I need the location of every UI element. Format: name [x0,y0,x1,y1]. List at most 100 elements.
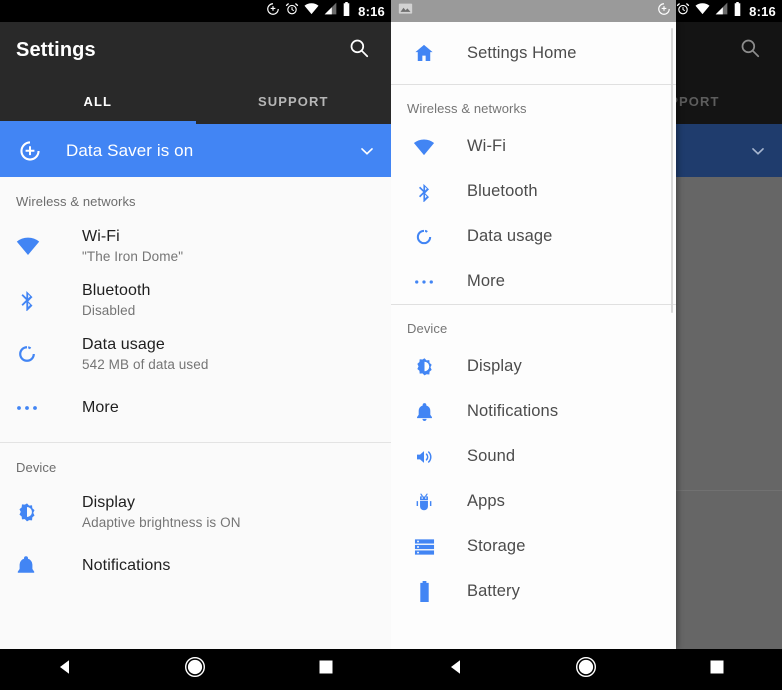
list-item-subtitle: 542 MB of data used [82,357,209,372]
wifi-icon [16,236,52,256]
phone-screen-navigation-drawer: SUPPORT Settings Home Wireless & network… [391,0,782,690]
nav-back-button[interactable] [35,649,95,690]
battery-icon [733,1,742,21]
list-item-texts: Wi-Fi "The Iron Dome" [82,228,183,264]
list-item-data-usage[interactable]: Data usage 542 MB of data used [0,327,391,381]
list-item-subtitle: "The Iron Dome" [82,249,184,264]
settings-list[interactable]: Wireless & networks Wi-Fi "The Iron Dome… [0,177,391,649]
status-bar-clock: 8:16 [749,3,776,19]
search-button[interactable] [730,30,770,70]
list-item-texts: Bluetooth Disabled [82,282,151,318]
status-bar-system-icons: 8:16 [657,1,776,21]
list-item-title: More [82,399,119,416]
wifi-icon [695,2,710,20]
data-saver-banner-label: Data Saver is on [66,140,194,160]
more-icon [16,404,52,412]
list-item-title: Display [82,494,136,511]
system-navigation-bar [0,649,391,690]
chevron-down-icon[interactable] [357,141,377,161]
recents-square-icon [318,659,334,680]
list-item-notifications[interactable]: Notifications [0,539,391,593]
status-bar: 8:16 [391,0,782,22]
status-bar-notifications [398,2,657,20]
status-bar: 8:16 [0,0,391,22]
bluetooth-icon [16,289,52,311]
nav-home-button[interactable] [165,649,225,690]
drawer-item-sound[interactable]: Sound [391,434,676,479]
list-item-texts: Display Adaptive brightness is ON [82,494,241,530]
drawer-item-apps[interactable]: Apps [391,479,676,524]
list-item-texts: Data usage 542 MB of data used [82,336,209,372]
drawer-item-bluetooth[interactable]: Bluetooth [391,169,676,214]
home-circle-icon [184,656,206,683]
nav-recents-button[interactable] [687,649,747,690]
back-triangle-icon [56,658,74,681]
drawer-item-label: Storage [467,537,526,555]
tab-support-label: SUPPORT [257,93,329,109]
list-item-title: Wi-Fi [82,228,120,245]
cellular-signal-icon [715,2,728,20]
list-item-texts: Notifications [82,557,170,575]
page-title: Settings [16,38,96,61]
drawer-item-label: Sound [467,447,516,465]
display-icon [407,356,441,377]
list-item-title: Bluetooth [82,282,151,299]
display-icon [16,501,52,523]
drawer-item-display[interactable]: Display [391,344,676,389]
data-saver-banner[interactable]: Data Saver is on [0,124,391,177]
chevron-down-icon[interactable] [748,141,768,161]
nav-home-button[interactable] [556,649,616,690]
home-circle-icon [575,656,597,683]
background-app-bar-actions [730,30,770,70]
wifi-icon [407,138,441,156]
drawer-item-label: Settings Home [467,43,577,62]
battery-icon [342,1,351,21]
section-header-device: Device [16,460,57,475]
notifications-icon [16,555,52,577]
list-item-title: Notifications [82,557,171,574]
list-item-title: Data usage [82,336,165,353]
list-item-wifi[interactable]: Wi-Fi "The Iron Dome" [0,219,391,273]
recents-square-icon [709,659,725,680]
drawer-item-label: Wi-Fi [467,137,506,155]
nav-back-button[interactable] [426,649,486,690]
more-icon [407,278,441,286]
drawer-item-label: Data usage [467,227,553,245]
battery-icon [407,581,441,602]
back-triangle-icon [447,658,465,681]
drawer-item-label: Notifications [467,402,559,420]
drawer-item-wifi[interactable]: Wi-Fi [391,124,676,169]
list-item-more[interactable]: More [0,381,391,435]
drawer-section-wireless: Wireless & networks [407,101,527,116]
tab-all-label: ALL [83,93,113,109]
search-icon [348,37,370,64]
tab-all[interactable]: ALL [0,78,196,124]
alarm-icon [285,2,299,21]
section-header-wireless: Wireless & networks [16,194,136,209]
drawer-item-label: More [467,272,505,290]
home-icon [407,42,441,64]
app-bar-actions [339,30,379,70]
drawer-item-battery[interactable]: Battery [391,569,676,614]
tab-support[interactable]: SUPPORT [196,78,392,124]
drawer-section-device: Device [407,321,448,336]
drawer-item-settings-home[interactable]: Settings Home [391,22,676,84]
data-saver-icon [266,2,280,21]
status-bar-clock: 8:16 [358,3,385,19]
drawer-item-notifications[interactable]: Notifications [391,389,676,434]
search-button[interactable] [339,30,379,70]
navigation-drawer[interactable]: Settings Home Wireless & networks Wi-Fi [391,22,676,649]
drawer-item-data-usage[interactable]: Data usage [391,214,676,259]
drawer-item-label: Apps [467,492,506,510]
search-icon [739,37,761,64]
drawer-item-more[interactable]: More [391,259,676,304]
drawer-scrollbar[interactable] [671,28,673,313]
drawer-item-storage[interactable]: Storage [391,524,676,569]
cellular-signal-icon [324,2,337,20]
list-item-bluetooth[interactable]: Bluetooth Disabled [0,273,391,327]
drawer-item-label: Bluetooth [467,182,538,200]
data-saver-icon [657,2,671,21]
status-bar-system-icons: 8:16 [266,1,385,21]
list-item-display[interactable]: Display Adaptive brightness is ON [0,485,391,539]
nav-recents-button[interactable] [296,649,356,690]
